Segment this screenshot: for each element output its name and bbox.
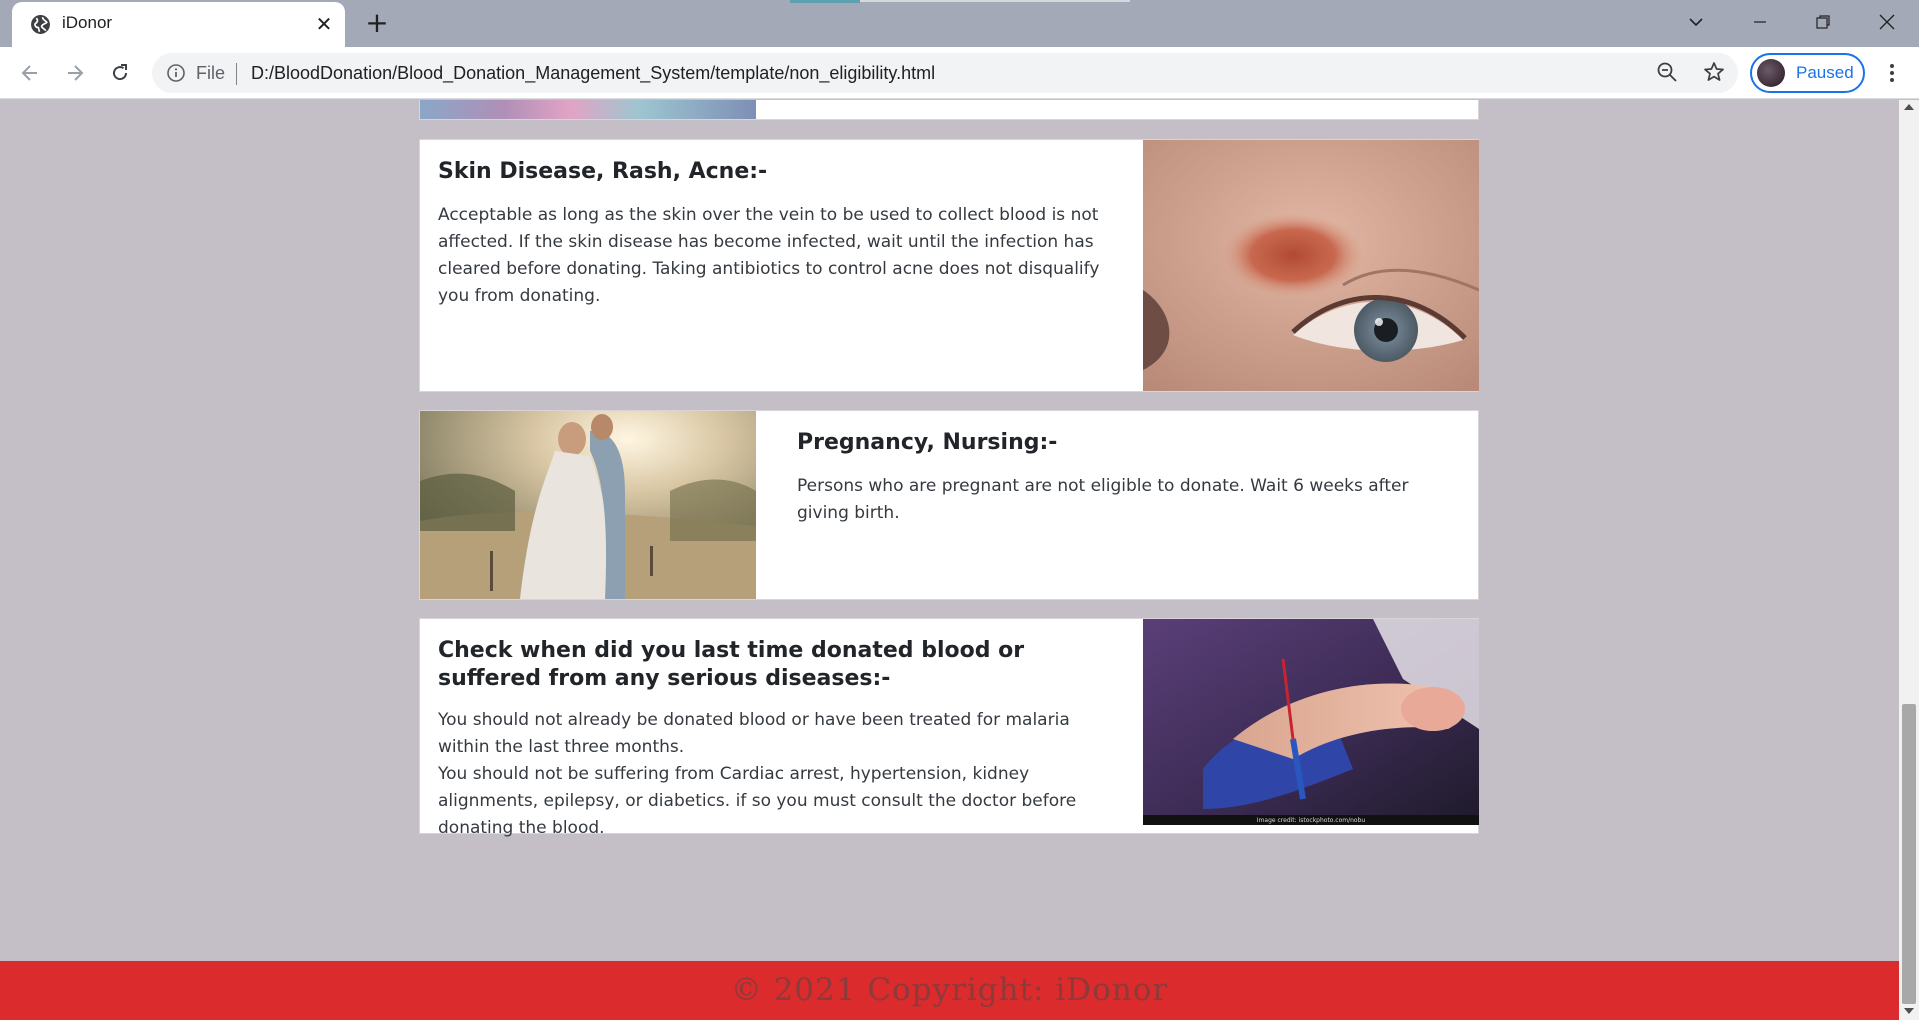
card-title: Pregnancy, Nursing:-	[797, 430, 1058, 455]
browser-menu-button[interactable]	[1876, 55, 1908, 91]
info-icon[interactable]	[166, 63, 186, 83]
close-window-button[interactable]	[1865, 4, 1909, 40]
address-scheme-label: File	[196, 63, 226, 83]
address-separator	[236, 63, 237, 85]
browser-toolbar: File D:/BloodDonation/Blood_Donation_Man…	[0, 47, 1919, 99]
close-icon	[1879, 14, 1895, 30]
tab-strip-accent	[790, 0, 860, 3]
address-bar[interactable]: File D:/BloodDonation/Blood_Donation_Man…	[152, 53, 1738, 93]
page-scrollbar[interactable]	[1899, 100, 1919, 1020]
card-text-malaria: You should not already be donated blood …	[438, 710, 1070, 757]
blood-donation-image: Image credit: istockphoto.com/nobu	[1143, 619, 1479, 825]
reload-icon	[113, 64, 128, 81]
tab-search-button[interactable]	[1674, 4, 1718, 40]
url-text[interactable]: D:/BloodDonation/Blood_Donation_Manageme…	[251, 63, 935, 84]
tab-close-button[interactable]: ✕	[311, 11, 337, 37]
tab-strip: iDonor ✕ +	[0, 0, 1919, 47]
pregnancy-card: Pregnancy, Nursing:- Persons who are pre…	[419, 410, 1479, 600]
reload-button[interactable]	[102, 55, 138, 91]
arrow-left-icon	[21, 65, 37, 81]
skin-disease-card: Skin Disease, Rash, Acne:- Acceptable as…	[419, 139, 1479, 392]
card-title: Check when did you last time donated blo…	[438, 638, 1025, 691]
tab-strip-accent-secondary	[860, 0, 1130, 2]
pregnancy-image	[420, 411, 756, 599]
card-text: Persons who are pregnant are not eligibl…	[797, 476, 1409, 523]
scroll-down-arrow-icon[interactable]	[1904, 1008, 1914, 1014]
arrow-right-icon	[68, 65, 84, 81]
page-footer: © 2021 Copyright: iDonor	[0, 961, 1899, 1020]
previous-card-image	[420, 100, 756, 119]
restore-icon	[1816, 15, 1830, 29]
previous-card-partial	[419, 100, 1479, 120]
zoom-out-icon[interactable]	[1656, 61, 1678, 83]
restore-button[interactable]	[1801, 4, 1845, 40]
minimize-icon	[1754, 21, 1766, 23]
card-text: Acceptable as long as the skin over the …	[438, 205, 1100, 306]
minimize-button[interactable]	[1738, 4, 1782, 40]
chevron-down-icon	[1689, 18, 1703, 27]
image-credit: Image credit: istockphoto.com/nobu	[1257, 817, 1366, 824]
scrollbar-thumb[interactable]	[1902, 704, 1916, 1004]
page-viewport: Skin Disease, Rash, Acne:- Acceptable as…	[0, 100, 1899, 1020]
footer-copyright: © 2021 Copyright: iDonor	[730, 972, 1169, 1008]
scroll-up-arrow-icon[interactable]	[1904, 104, 1914, 110]
avatar	[1757, 59, 1785, 87]
skin-rash-image	[1143, 140, 1479, 391]
bookmark-star-icon[interactable]	[1702, 60, 1726, 84]
new-tab-button[interactable]: +	[361, 8, 393, 40]
tab-title: iDonor	[62, 13, 113, 32]
last-donation-card: Check when did you last time donated blo…	[419, 618, 1479, 838]
profile-status-label: Paused	[1796, 63, 1854, 82]
card-title: Skin Disease, Rash, Acne:-	[438, 159, 768, 184]
browser-tab[interactable]: iDonor ✕	[12, 2, 345, 47]
forward-button[interactable]	[57, 55, 93, 91]
card-text-diseases: You should not be suffering from Cardiac…	[438, 764, 1077, 838]
back-button[interactable]	[12, 55, 48, 91]
globe-icon	[31, 15, 50, 34]
profile-button[interactable]: Paused	[1750, 53, 1865, 93]
more-vert-icon	[1890, 64, 1894, 82]
